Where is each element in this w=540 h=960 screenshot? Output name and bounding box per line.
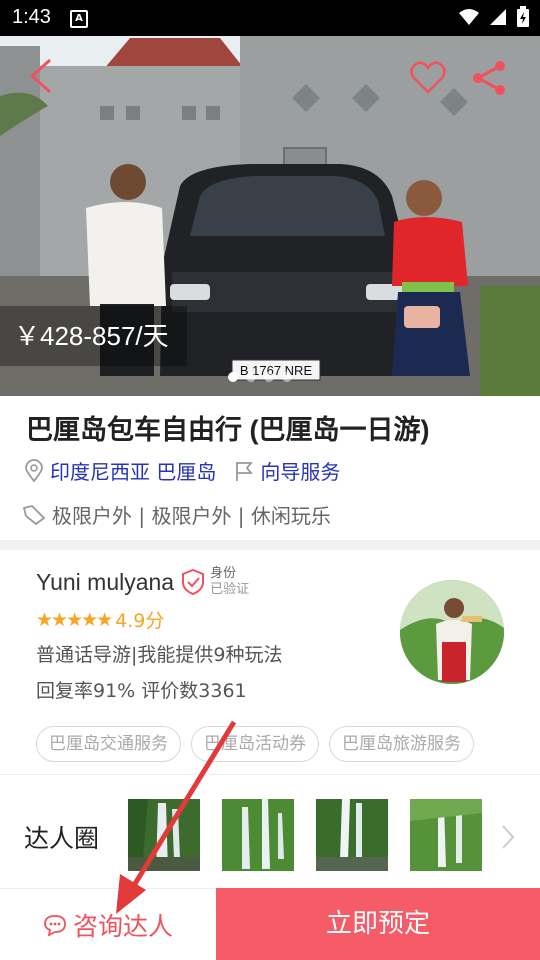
location-row: 印度尼西亚 巴厘岛 向导服务 — [24, 456, 358, 485]
rating-stars: ★★★★★ — [36, 608, 113, 631]
service-text: 向导服务 — [260, 460, 341, 484]
signal-icon — [490, 9, 506, 25]
shield-check-icon — [182, 568, 205, 596]
guide-intro: 普通话导游|我能提供9种玩法 — [36, 644, 283, 666]
rating-score: 4.9分 — [115, 610, 165, 632]
circle-thumbnail[interactable] — [128, 799, 200, 871]
carousel-dot[interactable] — [282, 372, 292, 382]
guide-card[interactable]: Yuni mulyana 身份 已验证 ★★★★★ 4.9分 普通话导游|我能提… — [0, 550, 540, 774]
avatar-photo — [400, 580, 504, 684]
category-tags-text: 极限户外 | 极限户外 | 休闲玩乐 — [52, 504, 331, 528]
heart-icon[interactable] — [408, 58, 448, 98]
status-time: 1:43 — [12, 6, 51, 28]
chat-bubble-icon — [44, 914, 66, 936]
consult-expert-button[interactable]: 咨询达人 — [0, 888, 216, 960]
circle-thumbnail[interactable] — [410, 799, 482, 871]
service-chip[interactable]: 巴厘岛交通服务 — [36, 726, 181, 762]
service-chip[interactable]: 巴厘岛活动券 — [191, 726, 319, 762]
carousel-dot[interactable] — [246, 372, 256, 382]
carousel-dot[interactable] — [264, 372, 274, 382]
verify-title: 身份 — [210, 566, 237, 581]
expert-circle-section[interactable]: 达人圈 — [0, 775, 540, 887]
chevron-right-icon[interactable] — [500, 823, 516, 851]
bottom-action-bar: 咨询达人 立即预定 — [0, 888, 540, 960]
guide-stats: 回复率91% 评价数3361 — [36, 680, 247, 702]
carousel-dot[interactable] — [228, 372, 238, 382]
location-pin-icon — [25, 458, 43, 482]
category-tags: 极限户外 | 极限户外 | 休闲玩乐 — [22, 500, 331, 529]
location-text: 印度尼西亚 巴厘岛 — [50, 460, 217, 484]
share-icon[interactable] — [470, 58, 510, 98]
carousel-dots — [228, 372, 292, 382]
identity-verified-badge: 身份 已验证 — [180, 566, 249, 598]
circle-thumbnail[interactable] — [222, 799, 294, 871]
book-now-button[interactable]: 立即预定 — [216, 888, 540, 960]
guide-avatar[interactable] — [400, 580, 504, 684]
location-link[interactable]: 印度尼西亚 巴厘岛 — [24, 456, 216, 485]
expert-circle-label: 达人圈 — [24, 824, 100, 853]
circle-thumbnail[interactable] — [316, 799, 388, 871]
service-chip[interactable]: 巴厘岛旅游服务 — [329, 726, 474, 762]
section-divider — [0, 540, 540, 550]
system-icons — [458, 6, 530, 28]
notification-a-icon: A — [70, 10, 88, 28]
service-chips: 巴厘岛交通服务 巴厘岛活动券 巴厘岛旅游服务 — [36, 726, 474, 762]
product-title: 巴厘岛包车自由行 (巴厘岛一日游) — [26, 415, 430, 445]
status-bar: 1:43 A — [0, 0, 540, 36]
expert-circle-thumbnails — [128, 799, 482, 871]
hero-photo[interactable]: B 1767 NRE ￥428-857/天 — [0, 36, 540, 396]
guide-name: Yuni mulyana — [36, 568, 175, 595]
service-link[interactable]: 向导服务 — [234, 456, 340, 485]
verify-subtitle: 已验证 — [210, 582, 250, 597]
consult-expert-label: 咨询达人 — [72, 911, 173, 941]
wifi-icon — [459, 9, 479, 25]
guide-name-row: Yuni mulyana 身份 已验证 — [36, 566, 249, 598]
price-label: ￥428-857/天 — [0, 306, 187, 366]
flag-icon — [236, 461, 254, 481]
back-arrow-icon[interactable] — [24, 56, 60, 96]
battery-icon — [517, 6, 529, 27]
rating-row: ★★★★★ 4.9分 — [36, 606, 164, 633]
tag-icon — [22, 504, 46, 525]
